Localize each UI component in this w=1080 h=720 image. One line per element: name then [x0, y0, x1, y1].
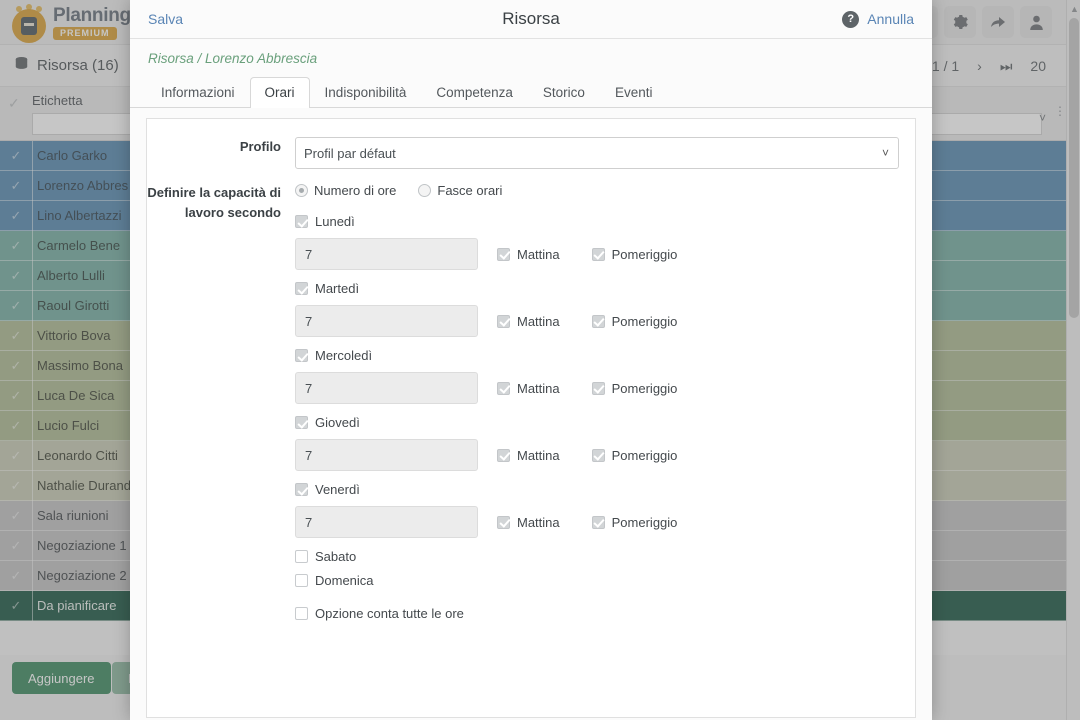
- profile-row: Profilo Profil par défaut ˅: [147, 137, 915, 169]
- tab-orari[interactable]: Orari: [250, 77, 310, 108]
- day-hours-row: Mattina Pomeriggio: [295, 372, 899, 404]
- day-row[interactable]: Domenica: [295, 573, 899, 588]
- orari-panel: Profilo Profil par défaut ˅ Definire la …: [146, 118, 916, 718]
- capacity-row: Definire la capacità di lavoro secondo N…: [147, 183, 915, 630]
- day-hours-row: Mattina Pomeriggio: [295, 506, 899, 538]
- profile-label: Profilo: [147, 137, 295, 169]
- morning-checkbox[interactable]: [497, 248, 510, 261]
- modal-title: Risorsa: [130, 9, 932, 29]
- profile-select[interactable]: Profil par défaut: [295, 137, 899, 169]
- day-checkbox[interactable]: [295, 416, 308, 429]
- option-all-hours-row[interactable]: Opzione conta tutte le ore: [295, 606, 899, 621]
- day-hours-row: Mattina Pomeriggio: [295, 439, 899, 471]
- day-hours-row: Mattina Pomeriggio: [295, 238, 899, 270]
- tab-bar: InformazioniOrariIndisponibilitàCompeten…: [130, 76, 932, 108]
- day-row[interactable]: Sabato: [295, 549, 899, 564]
- save-button[interactable]: Salva: [148, 11, 183, 27]
- day-checkbox[interactable]: [295, 574, 308, 587]
- day-row[interactable]: Venerdì: [295, 482, 899, 497]
- radio-label: Fasce orari: [437, 183, 502, 198]
- help-icon[interactable]: ?: [842, 11, 859, 28]
- afternoon-label: Pomeriggio: [612, 314, 678, 329]
- morning-label: Mattina: [517, 314, 560, 329]
- day-label: Domenica: [315, 573, 374, 588]
- day-checkbox[interactable]: [295, 215, 308, 228]
- morning-label: Mattina: [517, 515, 560, 530]
- day-label: Venerdì: [315, 482, 360, 497]
- morning-label: Mattina: [517, 247, 560, 262]
- day-checkbox[interactable]: [295, 483, 308, 496]
- morning-checkbox[interactable]: [497, 516, 510, 529]
- radio-label: Numero di ore: [314, 183, 396, 198]
- tab-eventi[interactable]: Eventi: [600, 77, 668, 108]
- day-row[interactable]: Lunedì: [295, 214, 899, 229]
- day-row[interactable]: Martedì: [295, 281, 899, 296]
- breadcrumb: Risorsa / Lorenzo Abbrescia: [130, 39, 932, 76]
- day-hours-row: Mattina Pomeriggio: [295, 305, 899, 337]
- day-row[interactable]: Giovedì: [295, 415, 899, 430]
- app-root: Planning PREMIUM: [0, 0, 1080, 720]
- capacity-mode-radios: Numero di ore Fasce orari: [295, 183, 899, 198]
- afternoon-checkbox[interactable]: [592, 449, 605, 462]
- tab-storico[interactable]: Storico: [528, 77, 600, 108]
- afternoon-label: Pomeriggio: [612, 247, 678, 262]
- afternoon-label: Pomeriggio: [612, 515, 678, 530]
- option-all-hours-label: Opzione conta tutte le ore: [315, 606, 464, 621]
- cancel-button[interactable]: Annulla: [867, 11, 914, 27]
- afternoon-checkbox[interactable]: [592, 382, 605, 395]
- afternoon-checkbox[interactable]: [592, 315, 605, 328]
- hours-input[interactable]: [295, 238, 478, 270]
- hours-input[interactable]: [295, 506, 478, 538]
- morning-checkbox[interactable]: [497, 449, 510, 462]
- day-label: Giovedì: [315, 415, 360, 430]
- day-label: Martedì: [315, 281, 359, 296]
- hours-input[interactable]: [295, 372, 478, 404]
- tab-indisponibilit[interactable]: Indisponibilità: [310, 77, 422, 108]
- morning-checkbox[interactable]: [497, 382, 510, 395]
- radio-fasce-orari[interactable]: [418, 184, 431, 197]
- morning-checkbox[interactable]: [497, 315, 510, 328]
- afternoon-checkbox[interactable]: [592, 516, 605, 529]
- hours-input[interactable]: [295, 439, 478, 471]
- afternoon-label: Pomeriggio: [612, 381, 678, 396]
- days-block: Lunedì Mattina Pomeriggio Martedì Mattina Pom…: [295, 214, 899, 588]
- day-checkbox[interactable]: [295, 349, 308, 362]
- hours-input[interactable]: [295, 305, 478, 337]
- option-all-hours-checkbox[interactable]: [295, 607, 308, 620]
- modal-header: Salva Risorsa ? Annulla: [130, 0, 932, 39]
- day-checkbox[interactable]: [295, 550, 308, 563]
- morning-label: Mattina: [517, 448, 560, 463]
- tab-informazioni[interactable]: Informazioni: [146, 77, 250, 108]
- afternoon-label: Pomeriggio: [612, 448, 678, 463]
- day-checkbox[interactable]: [295, 282, 308, 295]
- risorsa-modal: Salva Risorsa ? Annulla Risorsa / Lorenz…: [130, 0, 932, 720]
- tab-competenza[interactable]: Competenza: [421, 77, 528, 108]
- day-label: Lunedì: [315, 214, 355, 229]
- day-label: Mercoledì: [315, 348, 372, 363]
- capacity-label: Definire la capacità di lavoro secondo: [147, 183, 295, 630]
- day-row[interactable]: Mercoledì: [295, 348, 899, 363]
- day-label: Sabato: [315, 549, 356, 564]
- morning-label: Mattina: [517, 381, 560, 396]
- radio-numero-di-ore[interactable]: [295, 184, 308, 197]
- afternoon-checkbox[interactable]: [592, 248, 605, 261]
